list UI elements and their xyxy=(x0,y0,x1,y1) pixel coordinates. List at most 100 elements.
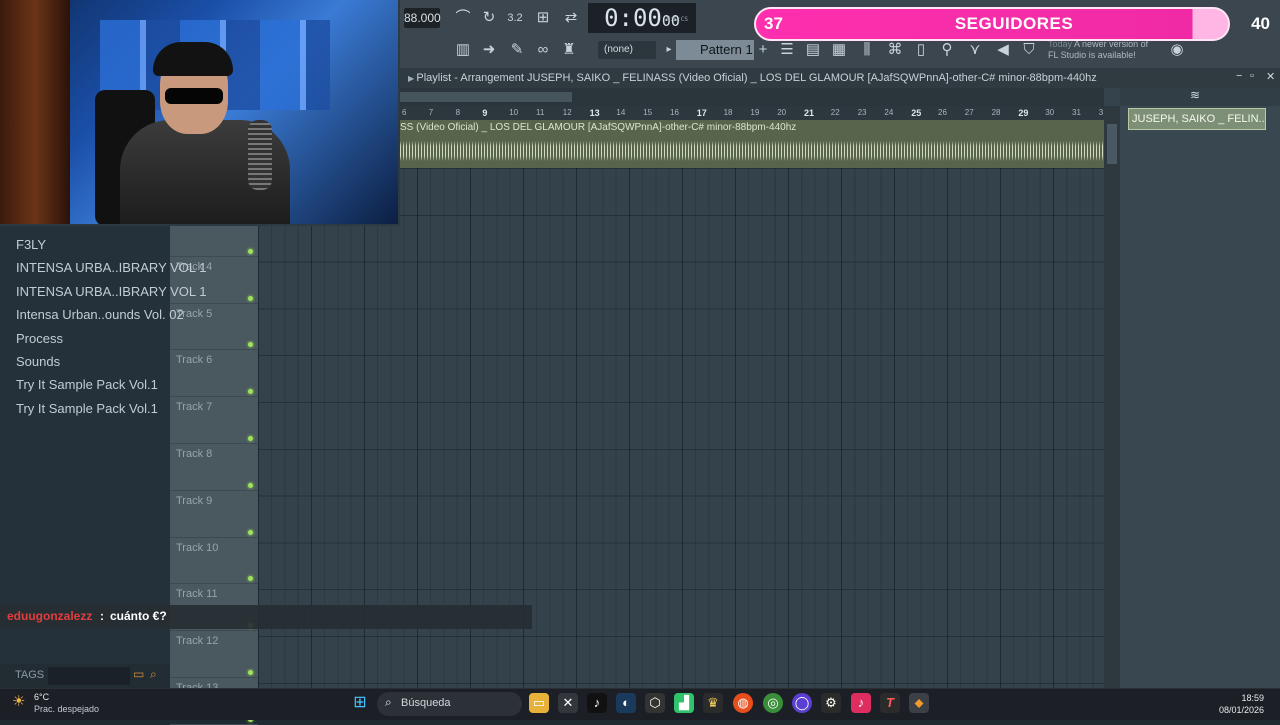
file-icon[interactable]: ▯ xyxy=(910,39,932,61)
crown-app-icon[interactable]: ♛ xyxy=(703,693,723,713)
link-icon[interactable]: ∞ xyxy=(532,39,554,61)
file-explorer-icon[interactable]: ▭ xyxy=(529,693,549,713)
ruler-bar-number: 15 xyxy=(643,108,653,117)
browser-item[interactable]: Process xyxy=(16,331,63,346)
tf-app-icon[interactable]: T xyxy=(880,693,900,713)
ruler-bar-number: 20 xyxy=(777,108,787,117)
ruler-bar-number: 12 xyxy=(562,108,572,117)
step-edit-icon[interactable]: ⊞ xyxy=(532,7,554,29)
track-header[interactable]: Track 12 xyxy=(170,631,258,678)
ruler-bar-number: 23 xyxy=(857,108,867,117)
minimize-icon[interactable]: − xyxy=(1236,70,1242,82)
chrome-icon[interactable]: ◎ xyxy=(763,693,783,713)
track-header[interactable]: Track 6 xyxy=(170,350,258,398)
close-icon[interactable]: ✕ xyxy=(1266,70,1275,83)
track-mute-led[interactable] xyxy=(248,482,253,488)
speaker-icon[interactable]: ◀ xyxy=(992,39,1014,61)
streamlabs-icon[interactable]: ▟ xyxy=(674,693,694,713)
track-header[interactable]: Track 8 xyxy=(170,444,258,491)
browser-item[interactable]: Intensa Urban..ounds Vol. 02 xyxy=(16,307,184,322)
vscroll-thumb[interactable] xyxy=(1107,124,1117,164)
folder-icon[interactable]: ▭ xyxy=(133,667,144,681)
picker-panel: ≋ JUSEPH, SAIKO _ FELIN.. xyxy=(1120,88,1280,688)
steam-icon[interactable]: ◐ xyxy=(616,693,636,713)
update-notice[interactable]: Today A newer version of FL Studio is av… xyxy=(1048,39,1166,63)
firefox-icon[interactable]: ◍ xyxy=(733,693,753,713)
track-name: Track 12 xyxy=(176,635,219,648)
add-pattern-icon[interactable]: + xyxy=(752,39,774,61)
browser-item[interactable]: INTENSA URBA..IBRARY VOL 1 xyxy=(16,260,207,275)
maximize-icon[interactable]: ▫ xyxy=(1250,70,1254,82)
waveform-icon[interactable]: ≋ xyxy=(1190,88,1200,102)
track-mute-led[interactable] xyxy=(248,389,253,395)
channel-rack-icon[interactable]: ▦ xyxy=(828,39,850,61)
track-mute-led[interactable] xyxy=(248,435,253,441)
track-mute-led[interactable] xyxy=(248,295,253,301)
loop-record-icon[interactable]: ↻ xyxy=(478,7,500,29)
fl-studio-icon[interactable]: ⬥ xyxy=(909,693,929,713)
taskbar-search[interactable]: ⌕ Búsqueda xyxy=(377,692,522,716)
capcut-icon[interactable]: ✕ xyxy=(558,693,578,713)
audio-clip[interactable]: SS (Video Oficial) _ LOS DEL GLAMOUR [AJ… xyxy=(400,120,1104,168)
track-name: Track 6 xyxy=(176,354,213,367)
search-icon[interactable]: ⌕ xyxy=(150,667,157,682)
pencil-icon[interactable]: ✎ xyxy=(506,39,528,61)
picker-panel-header: ≋ xyxy=(1120,88,1280,106)
horizontal-scrollbar[interactable] xyxy=(400,88,1104,106)
pattern-source-select[interactable]: (none) xyxy=(598,41,656,59)
track-mute-led[interactable] xyxy=(248,669,253,675)
pin-icon[interactable]: ⚲ xyxy=(936,39,958,61)
playlist-icon[interactable]: ☰ xyxy=(776,39,798,61)
audio-waveform xyxy=(400,134,1104,168)
weather-temperature: 6°C xyxy=(34,692,50,702)
tiktok-icon[interactable]: ♪ xyxy=(587,693,607,713)
metronome-icon[interactable]: ⌒ xyxy=(452,7,474,29)
vpn-icon[interactable]: ⚙ xyxy=(821,693,841,713)
arrow-right-icon[interactable]: ➜ xyxy=(478,39,500,61)
song-time-display[interactable]: 0:0000 M:S:CS xyxy=(588,3,696,33)
obs-icon[interactable]: ◯ xyxy=(792,693,812,713)
plugin-picker-icon[interactable]: ⌘ xyxy=(884,39,906,61)
followers-current: 37 xyxy=(764,14,783,33)
tags-input[interactable] xyxy=(48,667,130,685)
track-mute-led[interactable] xyxy=(248,529,253,535)
ruler-bar-number: 31 xyxy=(1072,108,1081,117)
browser-item[interactable]: Try It Sample Pack Vol.1 xyxy=(16,377,158,392)
pattern-selector[interactable]: Pattern 1 xyxy=(676,40,754,60)
track-header[interactable]: Track 10 xyxy=(170,538,258,585)
epic-games-icon[interactable]: ⬡ xyxy=(645,693,665,713)
tags-label: TAGS xyxy=(15,669,45,681)
picker-clip-item[interactable]: JUSEPH, SAIKO _ FELIN.. xyxy=(1128,108,1266,130)
ruler-bar-number: 8 xyxy=(455,108,461,117)
tiktok-live-icon[interactable]: ♪ xyxy=(851,693,871,713)
start-icon[interactable]: ⊞ xyxy=(350,693,370,713)
tempo-display[interactable]: 88.000 xyxy=(404,8,441,28)
blend-notes-icon[interactable]: ⇄ xyxy=(560,7,582,29)
browser-item[interactable]: F3LY xyxy=(16,237,46,252)
ruler-bar-number: 14 xyxy=(616,108,626,117)
tuning-fork-icon[interactable]: ⋎ xyxy=(964,39,986,61)
chat-username: eduugonzalezz xyxy=(7,609,93,623)
timeline-ruler[interactable]: 6 7 8 9 10 11 12 13 14 15 16 17 18 19 20 21 22 23 24 25 26 27… xyxy=(400,106,1104,120)
track-mute-led[interactable] xyxy=(248,248,253,254)
track-header[interactable]: Track 7 xyxy=(170,397,258,444)
mixer-icon[interactable]: ⫼ xyxy=(856,39,878,61)
ruler-bar-number: 27 xyxy=(964,108,974,117)
audio-clip-label: SS (Video Oficial) _ LOS DEL GLAMOUR [AJ… xyxy=(400,122,797,133)
ruler-bar-number: 29 xyxy=(1018,108,1029,118)
globe-icon[interactable]: ◉ xyxy=(1166,39,1188,61)
track-mute-led[interactable] xyxy=(248,576,253,582)
playlist-title-bar: ▶ Playlist - Arrangement JUSEPH, SAIKO _… xyxy=(400,68,1280,88)
track-mute-led[interactable] xyxy=(248,342,253,348)
followers-label: SEGUIDORES xyxy=(954,14,1074,33)
shop-icon[interactable]: ⛉ xyxy=(1018,39,1040,61)
stamp-icon[interactable]: ♜ xyxy=(558,39,580,61)
browser-item[interactable]: Sounds xyxy=(16,354,60,369)
hscroll-thumb[interactable] xyxy=(400,92,572,102)
track-header[interactable]: Track 9 xyxy=(170,491,258,538)
piano-roll-icon[interactable]: ▤ xyxy=(802,39,824,61)
piano-keys-icon[interactable]: ▥ xyxy=(452,39,474,61)
browser-item[interactable]: Try It Sample Pack Vol.1 xyxy=(16,401,158,416)
vertical-scrollbar[interactable] xyxy=(1104,106,1120,688)
browser-item[interactable]: INTENSA URBA..IBRARY VOL 1 xyxy=(16,284,207,299)
